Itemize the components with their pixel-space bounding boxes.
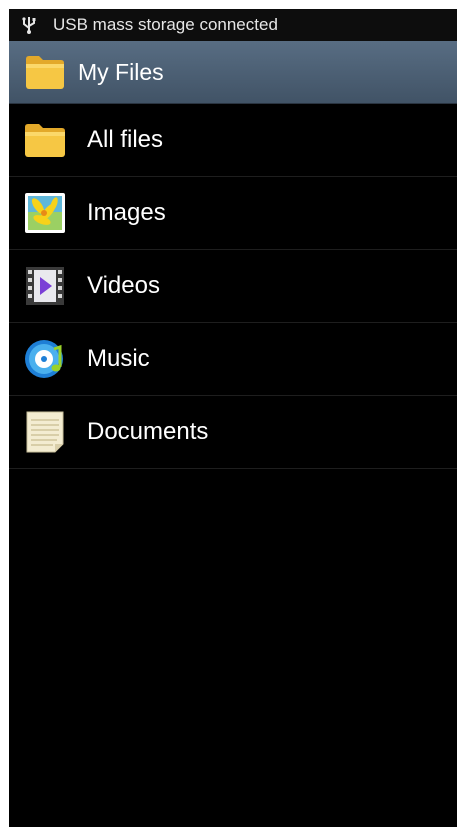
usb-icon: [22, 17, 36, 34]
status-bar: USB mass storage connected: [9, 9, 457, 41]
list-item-label: Videos: [87, 272, 160, 299]
list-item-label: All files: [87, 126, 164, 153]
list-item-label: Documents: [87, 418, 209, 445]
folder-icon: [26, 56, 64, 89]
document-icon: [23, 410, 67, 454]
list-item-documents[interactable]: Documents: [9, 396, 457, 469]
status-text: USB mass storage connected: [53, 15, 278, 34]
list-item-all-files[interactable]: All files: [9, 104, 457, 177]
list-item-label: Music: [87, 345, 150, 372]
page-title: My Files: [78, 58, 164, 85]
category-list: All files Images Videos Music Documents: [9, 104, 457, 469]
phone-screen: USB mass storage connected My Files All …: [9, 9, 457, 827]
list-item-label: Images: [87, 199, 166, 226]
action-bar: My Files: [9, 41, 457, 104]
list-item-images[interactable]: Images: [9, 177, 457, 250]
music-icon: [23, 337, 67, 381]
folder-icon: [23, 118, 67, 162]
list-item-music[interactable]: Music: [9, 323, 457, 396]
list-item-videos[interactable]: Videos: [9, 250, 457, 323]
image-icon: [23, 191, 67, 235]
video-icon: [23, 264, 67, 308]
